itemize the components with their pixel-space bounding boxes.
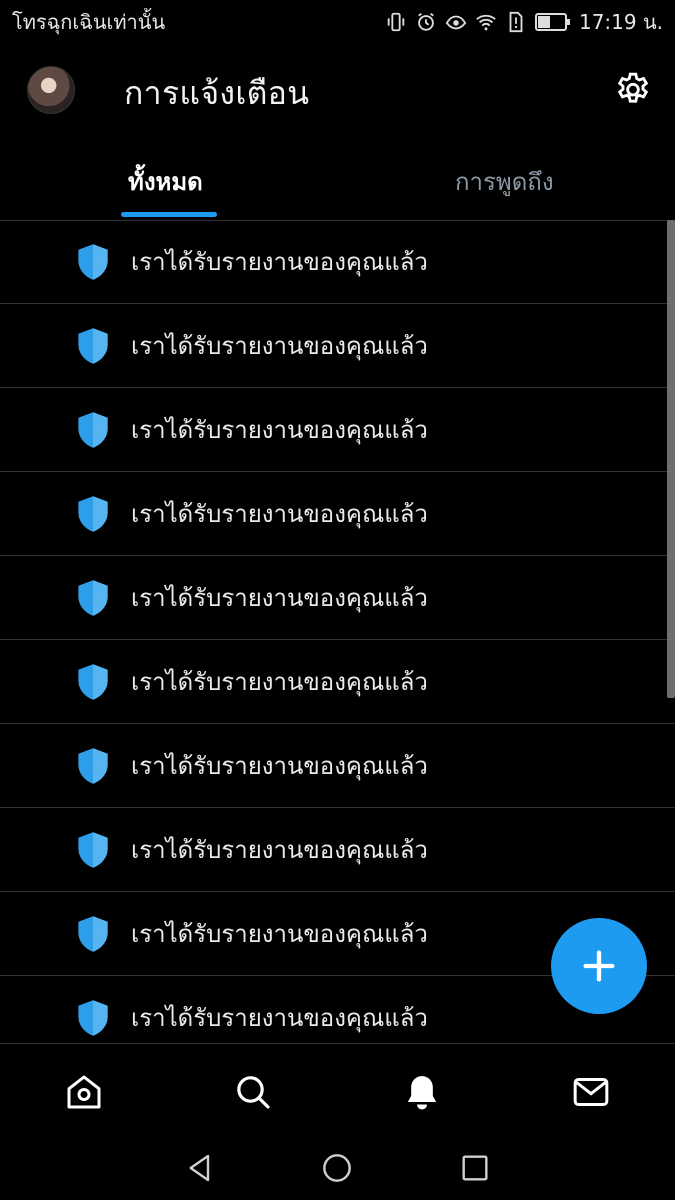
notification-text: เราได้รับรายงานของคุณแล้ว [131,752,428,780]
shield-icon [78,832,108,868]
list-item[interactable]: เราได้รับรายงานของคุณแล้ว [0,808,675,892]
bell-icon[interactable] [402,1072,442,1112]
scrollbar[interactable] [667,220,675,698]
notification-text: เราได้รับรายงานของคุณแล้ว [131,248,428,276]
alarm-icon [418,12,434,31]
list-item[interactable]: เราได้รับรายงานของคุณแล้ว [0,304,675,388]
system-navigation [0,1138,675,1200]
tab-mentions[interactable]: การพูดถึง [455,162,554,201]
active-tab-indicator [121,212,217,217]
shield-icon [78,412,108,448]
gear-icon[interactable] [613,70,653,110]
vibrate-icon [387,12,405,32]
wifi-icon [476,14,496,31]
bottom-navigation [0,1043,675,1139]
tab-bar: ทั้งหมด การพูดถึง [0,140,675,221]
carrier-text: โทรฉุกเฉินเท่านั้น [12,10,166,34]
shield-icon [78,916,108,952]
home-circle-icon[interactable] [321,1152,353,1184]
notification-text: เราได้รับรายงานของคุณแล้ว [131,920,428,948]
shield-icon [78,328,108,364]
recents-icon[interactable] [459,1152,491,1184]
notification-text: เราได้รับรายงานของคุณแล้ว [131,836,428,864]
search-icon[interactable] [233,1072,273,1112]
status-icons: 17:19 น. [385,6,663,38]
back-icon[interactable] [184,1152,216,1184]
clock: 17:19 น. [578,10,663,34]
top-app-bar: การแจ้งเตือน [0,44,675,138]
eye-comfort-icon [445,15,467,30]
page-title: การแจ้งเตือน [124,74,310,112]
shield-icon [78,244,108,280]
notification-list[interactable]: เราได้รับรายงานของคุณแล้ว เราได้รับรายงา… [0,220,675,1042]
notification-text: เราได้รับรายงานของคุณแล้ว [131,416,428,444]
notification-text: เราได้รับรายงานของคุณแล้ว [131,668,428,696]
list-item[interactable]: เราได้รับรายงานของคุณแล้ว [0,388,675,472]
notification-text: เราได้รับรายงานของคุณแล้ว [131,332,428,360]
status-bar: โทรฉุกเฉินเท่านั้น 17:19 น. [0,0,675,44]
sim-alert-icon [509,11,523,33]
shield-icon [78,496,108,532]
notification-text: เราได้รับรายงานของคุณแล้ว [131,1004,428,1032]
mail-icon[interactable] [571,1072,611,1112]
list-item[interactable]: เราได้รับรายงานของคุณแล้ว [0,640,675,724]
shield-icon [78,1000,108,1036]
list-item[interactable]: เราได้รับรายงานของคุณแล้ว [0,724,675,808]
plus-icon [583,950,615,982]
shield-icon [78,664,108,700]
compose-fab[interactable] [551,918,647,1014]
notification-text: เราได้รับรายงานของคุณแล้ว [131,584,428,612]
battery-icon [534,13,570,31]
shield-icon [78,748,108,784]
list-item[interactable]: เราได้รับรายงานของคุณแล้ว [0,556,675,640]
avatar[interactable] [27,66,75,114]
notification-text: เราได้รับรายงานของคุณแล้ว [131,500,428,528]
shield-icon [78,580,108,616]
list-item[interactable]: เราได้รับรายงานของคุณแล้ว [0,472,675,556]
list-item[interactable]: เราได้รับรายงานของคุณแล้ว [0,220,675,304]
tab-all[interactable]: ทั้งหมด [128,162,203,201]
home-icon[interactable] [64,1072,104,1112]
